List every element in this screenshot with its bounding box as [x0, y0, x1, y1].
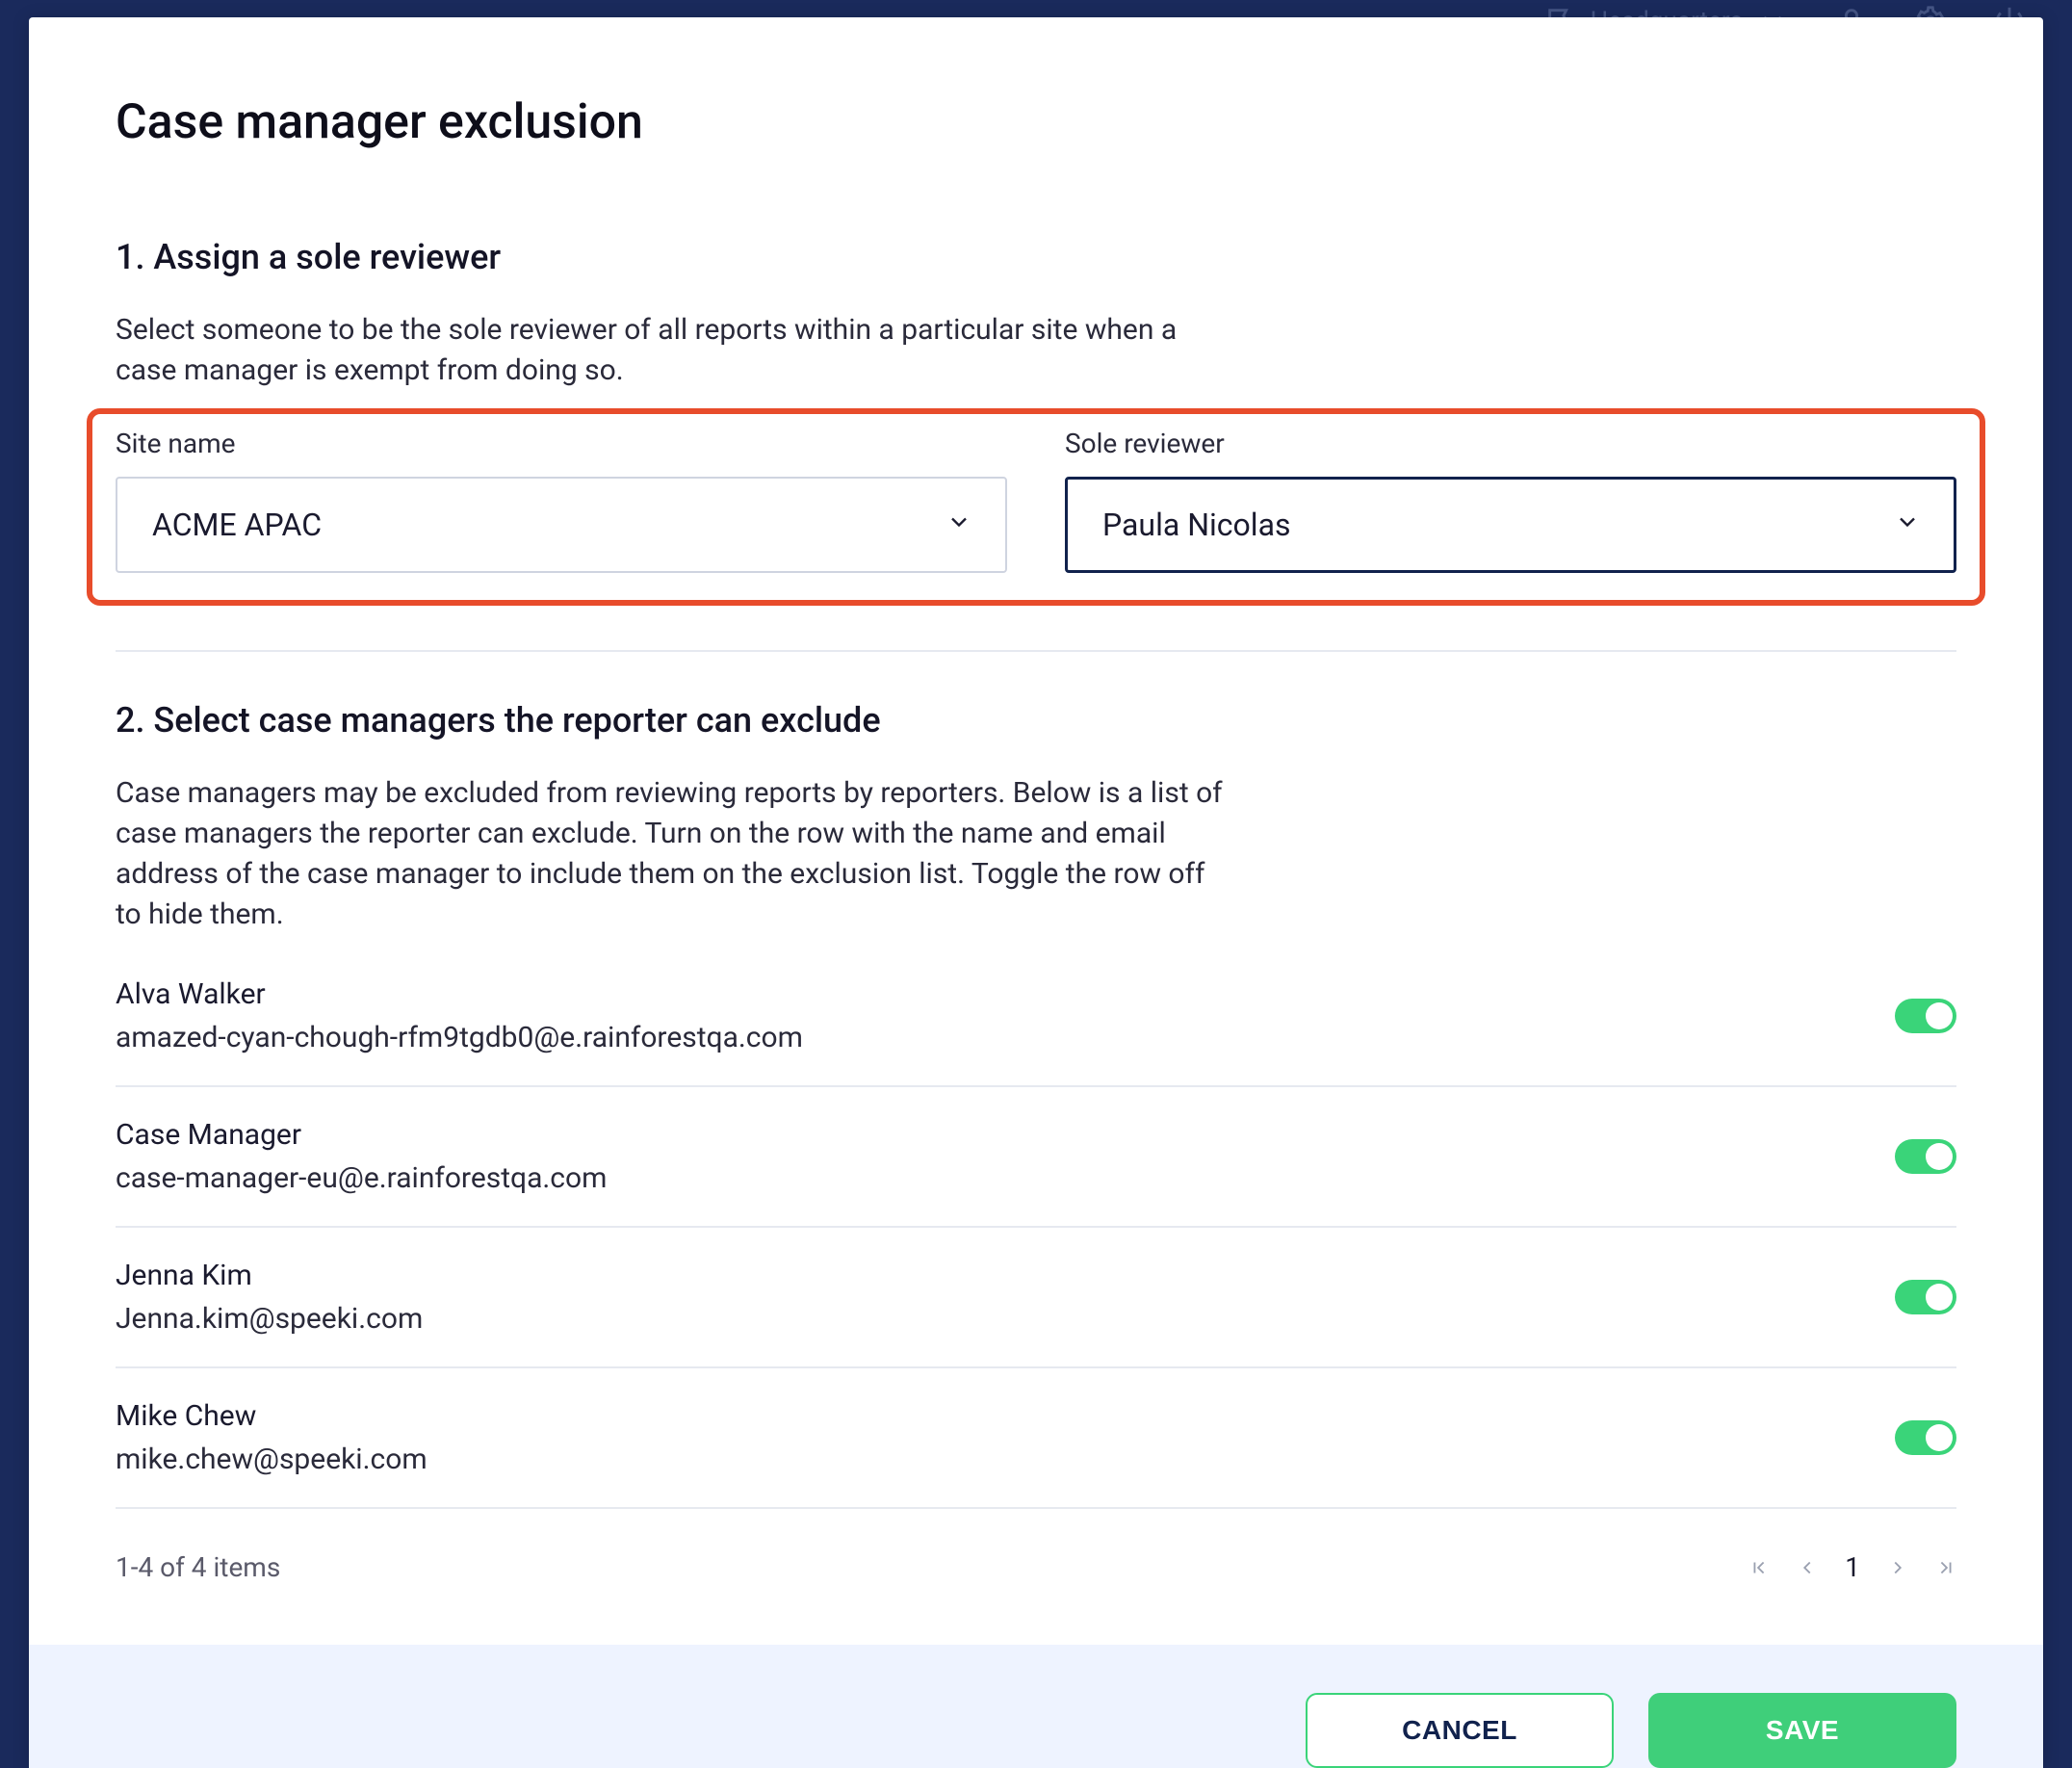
manager-info: Case Manager case-manager-eu@e.rainfores…	[116, 1118, 607, 1195]
pagination-bar: 1-4 of 4 items 1	[116, 1551, 1956, 1583]
manager-email: amazed-cyan-chough-rfm9tgdb0@e.rainfores…	[116, 1021, 803, 1054]
modal-title: Case manager exclusion	[116, 94, 1956, 150]
section2-title: 2. Select case managers the reporter can…	[116, 700, 1956, 741]
page-current: 1	[1845, 1551, 1860, 1583]
page-next-button[interactable]	[1887, 1557, 1908, 1578]
manager-list: Alva Walker amazed-cyan-chough-rfm9tgdb0…	[116, 977, 1956, 1509]
page-prev-button[interactable]	[1797, 1557, 1818, 1578]
case-manager-exclusion-modal: Case manager exclusion 1. Assign a sole …	[29, 17, 2043, 1768]
manager-toggle[interactable]	[1895, 1139, 1956, 1174]
manager-name: Mike Chew	[116, 1399, 427, 1433]
site-name-field: Site name ACME APAC	[116, 428, 1007, 573]
section1-desc: Select someone to be the sole reviewer o…	[116, 310, 1194, 391]
site-name-select[interactable]: ACME APAC	[116, 477, 1007, 573]
manager-info: Alva Walker amazed-cyan-chough-rfm9tgdb0…	[116, 977, 803, 1054]
cancel-button[interactable]: CANCEL	[1306, 1693, 1614, 1768]
manager-toggle[interactable]	[1895, 1420, 1956, 1455]
sole-reviewer-value: Paula Nicolas	[1102, 507, 1291, 543]
pager-controls: 1	[1748, 1551, 1956, 1583]
manager-toggle[interactable]	[1895, 999, 1956, 1033]
pagination-summary: 1-4 of 4 items	[116, 1551, 280, 1583]
manager-info: Mike Chew mike.chew@speeki.com	[116, 1399, 427, 1476]
manager-row: Alva Walker amazed-cyan-chough-rfm9tgdb0…	[116, 977, 1956, 1087]
site-name-value: ACME APAC	[152, 507, 322, 543]
manager-info: Jenna Kim Jenna.kim@speeki.com	[116, 1259, 423, 1336]
manager-name: Alva Walker	[116, 977, 803, 1011]
section1-title: 1. Assign a sole reviewer	[116, 237, 1956, 277]
site-name-label: Site name	[116, 428, 1007, 459]
sole-reviewer-label: Sole reviewer	[1065, 428, 1956, 459]
page-last-button[interactable]	[1935, 1557, 1956, 1578]
manager-email: Jenna.kim@speeki.com	[116, 1302, 423, 1336]
reviewer-assignment-highlight: Site name ACME APAC Sole reviewer Paula …	[87, 408, 1985, 606]
chevron-down-icon	[1894, 507, 1921, 543]
chevron-down-icon	[945, 507, 972, 543]
reviewer-field-row: Site name ACME APAC Sole reviewer Paula …	[116, 428, 1956, 573]
section2-desc: Case managers may be excluded from revie…	[116, 773, 1232, 935]
manager-row: Jenna Kim Jenna.kim@speeki.com	[116, 1228, 1956, 1368]
sole-reviewer-field: Sole reviewer Paula Nicolas	[1065, 428, 1956, 573]
manager-name: Case Manager	[116, 1118, 607, 1152]
page-first-button[interactable]	[1748, 1557, 1770, 1578]
manager-email: mike.chew@speeki.com	[116, 1443, 427, 1476]
modal-footer: CANCEL SAVE	[29, 1645, 2043, 1768]
manager-name: Jenna Kim	[116, 1259, 423, 1292]
manager-email: case-manager-eu@e.rainforestqa.com	[116, 1161, 607, 1195]
section-divider	[116, 650, 1956, 652]
modal-body: Case manager exclusion 1. Assign a sole …	[29, 17, 2043, 1645]
sole-reviewer-select[interactable]: Paula Nicolas	[1065, 477, 1956, 573]
manager-row: Mike Chew mike.chew@speeki.com	[116, 1368, 1956, 1509]
manager-row: Case Manager case-manager-eu@e.rainfores…	[116, 1087, 1956, 1228]
manager-toggle[interactable]	[1895, 1280, 1956, 1314]
save-button[interactable]: SAVE	[1648, 1693, 1956, 1768]
